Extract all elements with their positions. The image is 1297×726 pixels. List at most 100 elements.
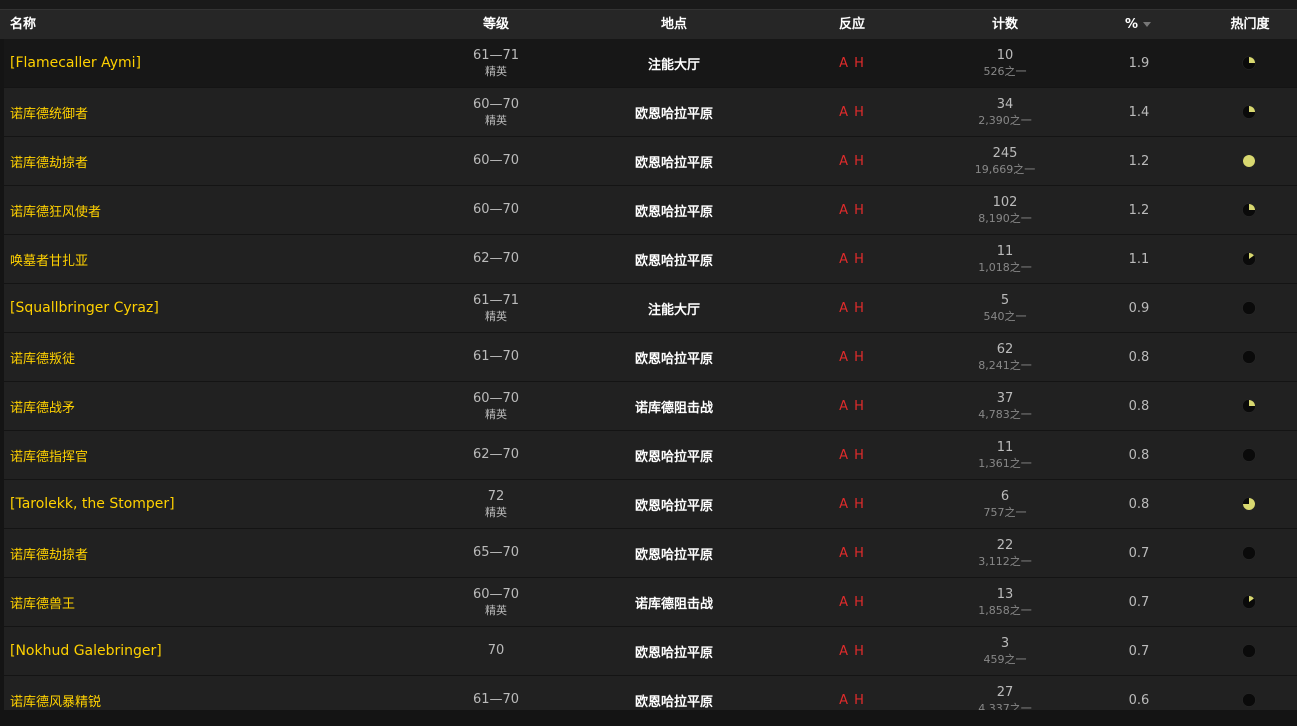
location-link[interactable]: 注能大厅 bbox=[648, 54, 700, 73]
percent-value: 0.8 bbox=[1128, 349, 1150, 365]
popularity-pie-icon bbox=[1242, 399, 1256, 413]
table-row[interactable]: 唤墓者甘扎亚 62—70 欧恩哈拉平原 A H 11 1,018之一 1.1 bbox=[4, 235, 1297, 284]
count-cell: 11 1,018之一 bbox=[955, 235, 1055, 283]
count-total: 459之一 bbox=[983, 652, 1027, 666]
elite-label: 精英 bbox=[485, 309, 507, 323]
location-link[interactable]: 欧恩哈拉平原 bbox=[635, 446, 713, 465]
location-link[interactable]: 欧恩哈拉平原 bbox=[635, 691, 713, 710]
react-indicator: A H bbox=[839, 55, 865, 71]
header-popularity[interactable]: 热门度 bbox=[1200, 10, 1297, 40]
popularity-pie-icon bbox=[1242, 693, 1256, 707]
location-link[interactable]: 欧恩哈拉平原 bbox=[635, 201, 713, 220]
location-link[interactable]: 欧恩哈拉平原 bbox=[635, 495, 713, 514]
header-location[interactable]: 地点 bbox=[624, 10, 724, 40]
count-value: 37 bbox=[996, 390, 1014, 406]
location-cell: 欧恩哈拉平原 bbox=[574, 431, 774, 479]
table-row[interactable]: [Tarolekk, the Stomper] 72 精英 欧恩哈拉平原 A H 6 757… bbox=[4, 480, 1297, 529]
npc-name-link[interactable]: 诺库德叛徒 bbox=[10, 348, 75, 367]
count-cell: 5 540之一 bbox=[955, 284, 1055, 332]
count-cell: 37 4,783之一 bbox=[955, 382, 1055, 430]
percent-cell: 1.2 bbox=[1089, 137, 1189, 185]
count-cell: 34 2,390之一 bbox=[955, 88, 1055, 136]
percent-value: 0.6 bbox=[1128, 692, 1150, 708]
popularity-cell bbox=[1199, 235, 1297, 283]
npc-name-link[interactable]: 诺库德劫掠者 bbox=[10, 544, 88, 563]
count-total: 8,190之一 bbox=[978, 211, 1032, 225]
npc-name-link[interactable]: 唤墓者甘扎亚 bbox=[10, 250, 88, 269]
popularity-cell bbox=[1199, 137, 1297, 185]
table-row[interactable]: [Nokhud Galebringer] 70 欧恩哈拉平原 A H 3 459之一 0.7 bbox=[4, 627, 1297, 676]
percent-value: 0.7 bbox=[1128, 545, 1150, 561]
location-link[interactable]: 诺库德阻击战 bbox=[635, 593, 713, 612]
percent-value: 1.9 bbox=[1128, 55, 1150, 71]
level-range: 70 bbox=[487, 643, 505, 658]
percent-cell: 1.9 bbox=[1089, 39, 1189, 87]
location-cell: 欧恩哈拉平原 bbox=[574, 186, 774, 234]
count-cell: 102 8,190之一 bbox=[955, 186, 1055, 234]
location-link[interactable]: 欧恩哈拉平原 bbox=[635, 544, 713, 563]
count-value: 6 bbox=[1000, 488, 1010, 504]
location-link[interactable]: 欧恩哈拉平原 bbox=[635, 348, 713, 367]
table-row[interactable]: 诺库德劫掠者 65—70 欧恩哈拉平原 A H 22 3,112之一 0.7 bbox=[4, 529, 1297, 578]
header-level[interactable]: 等级 bbox=[446, 10, 546, 40]
level-range: 65—70 bbox=[472, 545, 520, 560]
header-count[interactable]: 计数 bbox=[955, 10, 1055, 40]
npc-name-link[interactable]: 诺库德劫掠者 bbox=[10, 152, 88, 171]
count-value: 11 bbox=[996, 439, 1014, 455]
table-row[interactable]: [Squallbringer Cyraz] 61—71 精英 注能大厅 A H 5 540之… bbox=[4, 284, 1297, 333]
location-cell: 欧恩哈拉平原 bbox=[574, 480, 774, 528]
popularity-cell bbox=[1199, 333, 1297, 381]
npc-name-link[interactable]: 诺库德战矛 bbox=[10, 397, 75, 416]
percent-cell: 0.8 bbox=[1089, 431, 1189, 479]
react-indicator: A H bbox=[839, 398, 865, 414]
npc-name-link[interactable]: [Nokhud Galebringer] bbox=[10, 643, 162, 659]
npc-name-link[interactable]: 诺库德风暴精锐 bbox=[10, 691, 101, 710]
count-total: 540之一 bbox=[983, 309, 1027, 323]
npc-name-link[interactable]: [Tarolekk, the Stomper] bbox=[10, 496, 175, 512]
location-link[interactable]: 欧恩哈拉平原 bbox=[635, 152, 713, 171]
count-value: 62 bbox=[996, 341, 1014, 357]
name-cell: 诺库德统御者 bbox=[10, 88, 410, 136]
npc-name-link[interactable]: 诺库德指挥官 bbox=[10, 446, 88, 465]
table-row[interactable]: 诺库德战矛 60—70 精英 诺库德阻击战 A H 37 4,783之一 0.8 bbox=[4, 382, 1297, 431]
npc-name-link[interactable]: [Squallbringer Cyraz] bbox=[10, 300, 159, 316]
table-row[interactable]: [Flamecaller Aymi] 61—71 精英 注能大厅 A H 10 526之一 1… bbox=[4, 39, 1297, 88]
react-indicator: A H bbox=[839, 104, 865, 120]
count-cell: 3 459之一 bbox=[955, 627, 1055, 675]
location-cell: 欧恩哈拉平原 bbox=[574, 333, 774, 381]
table-row[interactable]: 诺库德劫掠者 60—70 欧恩哈拉平原 A H 245 19,669之一 1.2 bbox=[4, 137, 1297, 186]
count-value: 27 bbox=[996, 684, 1014, 700]
npc-name-link[interactable]: 诺库德统御者 bbox=[10, 103, 88, 122]
location-link[interactable]: 欧恩哈拉平原 bbox=[635, 642, 713, 661]
table-row[interactable]: 诺库德兽王 60—70 精英 诺库德阻击战 A H 13 1,858之一 0.7 bbox=[4, 578, 1297, 627]
level-cell: 60—70 精英 bbox=[446, 382, 546, 430]
location-link[interactable]: 欧恩哈拉平原 bbox=[635, 103, 713, 122]
name-cell: [Tarolekk, the Stomper] bbox=[10, 480, 410, 528]
location-link[interactable]: 诺库德阻击战 bbox=[635, 397, 713, 416]
npc-name-link[interactable]: [Flamecaller Aymi] bbox=[10, 55, 141, 71]
level-range: 61—71 bbox=[472, 47, 520, 63]
npc-name-link[interactable]: 诺库德兽王 bbox=[10, 593, 75, 612]
percent-cell: 1.4 bbox=[1089, 88, 1189, 136]
location-link[interactable]: 欧恩哈拉平原 bbox=[635, 250, 713, 269]
name-cell: 诺库德劫掠者 bbox=[10, 529, 410, 577]
header-name[interactable]: 名称 bbox=[10, 10, 36, 40]
npc-name-link[interactable]: 诺库德狂风使者 bbox=[10, 201, 101, 220]
table-row[interactable]: 诺库德叛徒 61—70 欧恩哈拉平原 A H 62 8,241之一 0.8 bbox=[4, 333, 1297, 382]
header-percent[interactable]: % bbox=[1125, 10, 1152, 40]
location-cell: 欧恩哈拉平原 bbox=[574, 88, 774, 136]
table-row[interactable]: 诺库德狂风使者 60—70 欧恩哈拉平原 A H 102 8,190之一 1.2 bbox=[4, 186, 1297, 235]
level-cell: 70 bbox=[446, 627, 546, 675]
location-link[interactable]: 注能大厅 bbox=[648, 299, 700, 318]
location-cell: 欧恩哈拉平原 bbox=[574, 529, 774, 577]
percent-cell: 0.8 bbox=[1089, 480, 1189, 528]
npc-table-page: 名称 等级 地点 反应 计数 % 热门度 [Flamecaller Aymi] 6… bbox=[0, 0, 1297, 726]
count-total: 757之一 bbox=[983, 505, 1027, 519]
level-range: 60—70 bbox=[472, 202, 520, 217]
table-row[interactable]: 诺库德指挥官 62—70 欧恩哈拉平原 A H 11 1,361之一 0.8 bbox=[4, 431, 1297, 480]
popularity-pie-icon bbox=[1242, 301, 1256, 315]
popularity-cell bbox=[1199, 627, 1297, 675]
table-row[interactable]: 诺库德统御者 60—70 精英 欧恩哈拉平原 A H 34 2,390之一 1.4 bbox=[4, 88, 1297, 137]
react-indicator: A H bbox=[839, 251, 865, 267]
header-react[interactable]: 反应 bbox=[802, 10, 902, 40]
